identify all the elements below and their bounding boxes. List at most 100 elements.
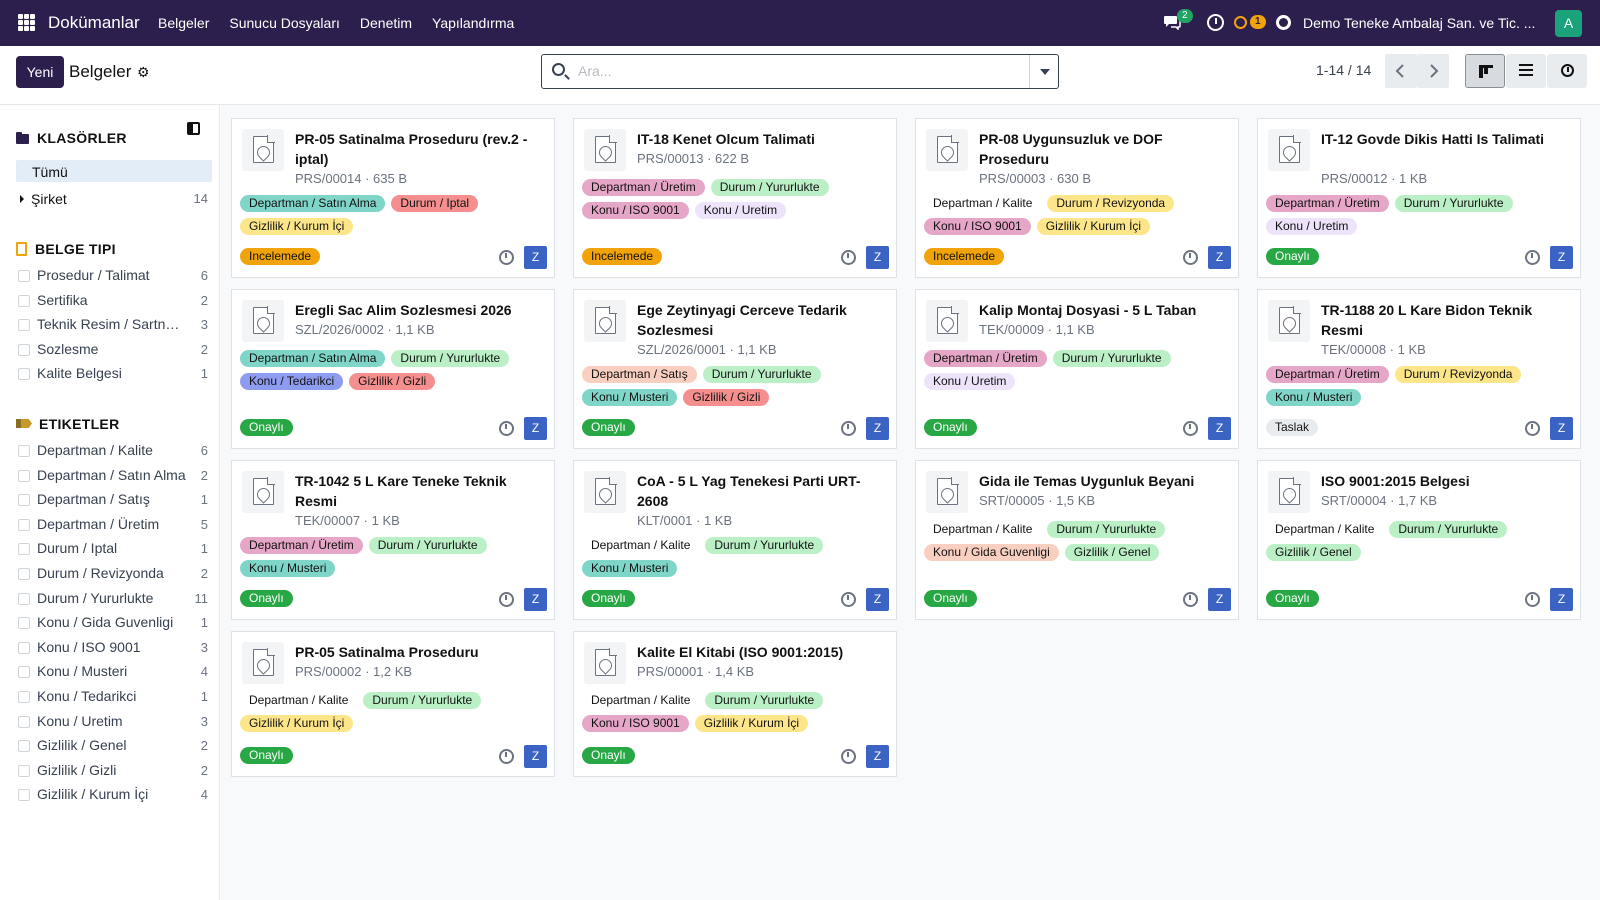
- clock-icon[interactable]: [1183, 250, 1198, 265]
- kanban-view-button[interactable]: [1465, 54, 1505, 88]
- menu-item-denetim[interactable]: Denetim: [360, 15, 412, 31]
- clock-icon[interactable]: [1183, 421, 1198, 436]
- activity-clock-icon[interactable]: [1207, 14, 1224, 31]
- new-button[interactable]: Yeni: [16, 56, 64, 88]
- status-badge[interactable]: Onaylı: [924, 419, 977, 436]
- status-badge[interactable]: Onaylı: [582, 747, 635, 764]
- owner-avatar[interactable]: Z: [866, 745, 889, 768]
- tag-filter-item[interactable]: Durum / Iptal 1: [18, 540, 208, 560]
- status-badge[interactable]: Incelemede: [924, 248, 1005, 265]
- pdf-file-icon[interactable]: [1268, 129, 1310, 171]
- doctype-filter-item[interactable]: Sozlesme 2: [18, 341, 208, 361]
- pdf-file-icon[interactable]: [584, 300, 626, 342]
- owner-avatar[interactable]: Z: [524, 246, 547, 269]
- doctype-filter-item[interactable]: Sertifika 2: [18, 292, 208, 312]
- checkbox[interactable]: [18, 568, 30, 580]
- doctype-filter-item[interactable]: Prosedur / Talimat 6: [18, 267, 208, 287]
- clock-icon[interactable]: [1525, 421, 1540, 436]
- tag-filter-item[interactable]: Departman / Kalite 6: [18, 442, 208, 462]
- pdf-file-icon[interactable]: [926, 129, 968, 171]
- clock-icon[interactable]: [499, 749, 514, 764]
- menu-item-sunucu-dosyalari[interactable]: Sunucu Dosyaları: [229, 15, 340, 31]
- pager-value[interactable]: 1-14 / 14: [1316, 62, 1371, 78]
- folder-item-company[interactable]: Şirket 14: [20, 191, 208, 207]
- tag-filter-item[interactable]: Konu / ISO 9001 3: [18, 639, 208, 659]
- doctype-filter-item[interactable]: Teknik Resim / Sartname 3: [18, 316, 208, 336]
- owner-avatar[interactable]: Z: [1208, 588, 1231, 611]
- checkbox[interactable]: [18, 494, 30, 507]
- owner-avatar[interactable]: Z: [1208, 246, 1231, 269]
- activity-view-button[interactable]: [1547, 54, 1587, 88]
- clock-icon[interactable]: [499, 592, 514, 607]
- clock-icon[interactable]: [841, 250, 856, 265]
- list-view-button[interactable]: [1506, 54, 1546, 88]
- sidebar-toggle-icon[interactable]: [187, 122, 200, 135]
- tag-filter-item[interactable]: Departman / Üretim 5: [18, 516, 208, 536]
- checkbox[interactable]: [18, 469, 30, 482]
- status-badge[interactable]: Onaylı: [582, 590, 635, 607]
- tag-filter-item[interactable]: Durum / Yururlukte 11: [18, 590, 208, 610]
- clock-icon[interactable]: [841, 421, 856, 436]
- owner-avatar[interactable]: Z: [1208, 417, 1231, 440]
- checkbox[interactable]: [18, 641, 30, 654]
- checkbox[interactable]: [18, 270, 30, 282]
- tag-filter-item[interactable]: Departman / Satış 1: [18, 491, 208, 511]
- status-badge[interactable]: Taslak: [1266, 419, 1319, 436]
- checkbox[interactable]: [18, 789, 30, 802]
- owner-avatar[interactable]: Z: [866, 246, 889, 269]
- document-card[interactable]: TR-1042 5 L Kare Teneke Teknik Resmi TEK/…: [231, 460, 555, 620]
- document-card[interactable]: Ege Zeytinyagi Cerceve Tedarik Sozlesmes…: [573, 289, 897, 449]
- pdf-file-icon[interactable]: [242, 642, 284, 684]
- tag-filter-item[interactable]: Departman / Satın Alma 2: [18, 467, 208, 487]
- search-input[interactable]: [578, 63, 998, 79]
- tag-filter-item[interactable]: Konu / Gida Guvenligi 1: [18, 614, 208, 634]
- checkbox[interactable]: [18, 543, 30, 556]
- owner-avatar[interactable]: Z: [1550, 588, 1573, 611]
- company-switcher[interactable]: Demo Teneke Ambalaj San. ve Tic. ...: [1303, 15, 1535, 31]
- document-card[interactable]: Kalip Montaj Dosyasi - 5 L Taban TEK/0000…: [915, 289, 1239, 449]
- pdf-file-icon[interactable]: [584, 471, 626, 513]
- owner-avatar[interactable]: Z: [866, 588, 889, 611]
- pdf-file-icon[interactable]: [242, 300, 284, 342]
- apps-menu-icon[interactable]: [18, 14, 35, 31]
- caret-right-icon[interactable]: [20, 195, 24, 203]
- status-badge[interactable]: Onaylı: [1266, 248, 1319, 265]
- status-badge[interactable]: Onaylı: [240, 747, 293, 764]
- clock-icon[interactable]: [841, 749, 856, 764]
- clock-icon[interactable]: [1525, 250, 1540, 265]
- tag-filter-item[interactable]: Gizlilik / Gizli 2: [18, 762, 208, 782]
- document-card[interactable]: PR-08 Uygunsuzluk ve DOF Proseduru PRS/00…: [915, 118, 1239, 278]
- status-badge[interactable]: Incelemede: [240, 248, 321, 265]
- document-card[interactable]: IT-12 Govde Dikis Hatti Is Talimati PRS/0…: [1257, 118, 1581, 278]
- owner-avatar[interactable]: Z: [1550, 417, 1573, 440]
- clock-icon[interactable]: [499, 421, 514, 436]
- clock-icon[interactable]: [499, 250, 514, 265]
- user-avatar[interactable]: A: [1555, 10, 1582, 37]
- status-badge[interactable]: Onaylı: [924, 590, 977, 607]
- checkbox[interactable]: [18, 343, 30, 356]
- document-card[interactable]: Gida ile Temas Uygunluk Beyani SRT/00005 …: [915, 460, 1239, 620]
- status-badge[interactable]: Onaylı: [582, 419, 635, 436]
- document-card[interactable]: Eregli Sac Alim Sozlesmesi 2026 SZL/2026/…: [231, 289, 555, 449]
- activity-warning-icon[interactable]: [1234, 16, 1247, 29]
- tag-filter-item[interactable]: Konu / Tedarikci 1: [18, 688, 208, 708]
- gear-icon[interactable]: ⚙: [137, 64, 150, 81]
- pdf-file-icon[interactable]: [1268, 471, 1310, 513]
- document-card[interactable]: PR-05 Satinalma Proseduru (rev.2 - iptal…: [231, 118, 555, 278]
- pdf-file-icon[interactable]: [584, 642, 626, 684]
- pdf-file-icon[interactable]: [1268, 300, 1310, 342]
- pdf-file-icon[interactable]: [926, 300, 968, 342]
- owner-avatar[interactable]: Z: [524, 588, 547, 611]
- clock-icon[interactable]: [1183, 592, 1198, 607]
- document-card[interactable]: PR-05 Satinalma Proseduru PRS/00002 · 1,2…: [231, 631, 555, 777]
- clock-icon[interactable]: [841, 592, 856, 607]
- checkbox[interactable]: [18, 445, 30, 457]
- checkbox[interactable]: [18, 518, 30, 531]
- tag-filter-item[interactable]: Durum / Revizyonda 2: [18, 565, 208, 585]
- document-card[interactable]: Kalite El Kitabi (ISO 9001:2015) PRS/0000…: [573, 631, 897, 777]
- status-badge[interactable]: Onaylı: [240, 590, 293, 607]
- checkbox[interactable]: [18, 666, 30, 679]
- search-options-toggle[interactable]: [1029, 55, 1058, 88]
- checkbox[interactable]: [18, 368, 30, 381]
- owner-avatar[interactable]: Z: [866, 417, 889, 440]
